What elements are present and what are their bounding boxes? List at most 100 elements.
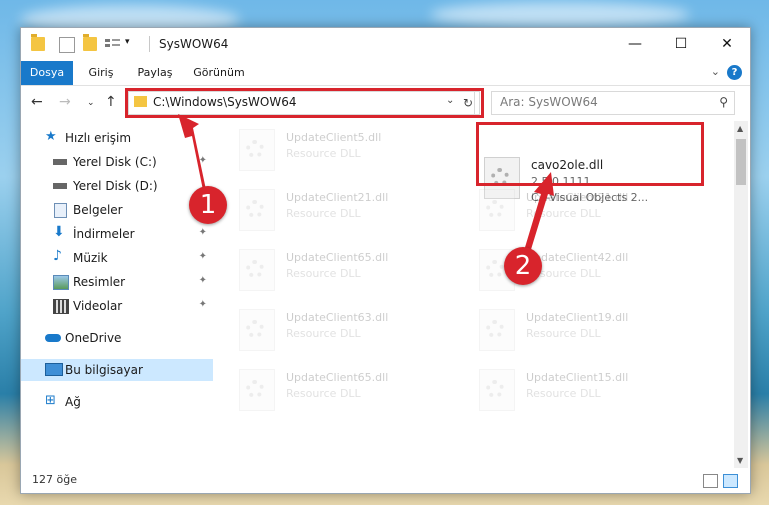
file-type: Resource DLL — [526, 387, 601, 400]
file-name: UpdateClient5.dll — [286, 131, 382, 144]
ribbon-expand-icon[interactable]: ⌄ — [711, 65, 720, 78]
list-item[interactable]: UpdateClient65.dll Resource DLL — [234, 243, 464, 291]
properties-icon[interactable] — [59, 37, 75, 53]
sidebar-item-label: Yerel Disk (D:) — [73, 179, 158, 193]
close-button[interactable]: ✕ — [704, 28, 750, 61]
forward-arrow-icon[interactable]: → — [59, 94, 71, 110]
large-icons-view-icon[interactable] — [723, 474, 738, 488]
file-highlight-box — [476, 122, 704, 186]
sidebar-item-pictures[interactable]: Resimler ✦ — [21, 271, 213, 293]
file-name: UpdateClient21.dll — [526, 191, 629, 204]
navigation-pane: ★ Hızlı erişim Yerel Disk (C:) ✦ Yerel D… — [21, 121, 213, 477]
list-item[interactable]: UpdateClient21.dll Resource DLL — [234, 183, 464, 231]
music-icon: ♪ — [53, 248, 62, 264]
pin-icon[interactable]: ✦ — [199, 155, 207, 166]
video-icon — [53, 299, 69, 314]
file-type: Resource DLL — [526, 327, 601, 340]
sidebar-item-label: OneDrive — [65, 331, 122, 345]
sidebar-item-network[interactable]: ⊞ Ağ — [21, 391, 213, 413]
tab-share[interactable]: Paylaş — [131, 61, 179, 85]
sidebar-item-quick-access[interactable]: ★ Hızlı erişim — [21, 127, 213, 149]
pin-icon[interactable]: ✦ — [199, 251, 207, 262]
help-icon[interactable]: ? — [727, 65, 742, 80]
sidebar-item-videos[interactable]: Videolar ✦ — [21, 295, 213, 317]
gear-icon — [246, 260, 264, 278]
list-item[interactable]: UpdateClient15.dll Resource DLL — [474, 363, 704, 411]
pin-icon[interactable]: ✦ — [199, 227, 207, 238]
scroll-up-icon[interactable]: ▲ — [737, 124, 743, 133]
list-item[interactable]: UpdateClient65.dll Resource DLL — [234, 363, 464, 411]
qa-dropdown-icon[interactable]: ▾ — [125, 37, 130, 47]
file-type: Resource DLL — [526, 207, 601, 220]
pin-icon[interactable]: ✦ — [199, 299, 207, 310]
status-bar: 127 öğe — [21, 469, 750, 492]
sidebar-item-music[interactable]: ♪ Müzik ✦ — [21, 247, 213, 269]
file-type: Resource DLL — [286, 267, 361, 280]
list-item[interactable]: UpdateClient5.dll Resource DLL — [234, 123, 464, 171]
gear-icon — [486, 320, 504, 338]
tab-home[interactable]: Giriş — [81, 61, 121, 85]
sidebar-item-disk-d[interactable]: Yerel Disk (D:) — [21, 175, 213, 197]
explorer-window: ▾ SysWOW64 — ☐ ✕ Dosya Giriş Paylaş Görü… — [20, 27, 751, 494]
recent-locations-icon[interactable]: ⌄ — [87, 98, 95, 108]
ribbon-tabs: Dosya Giriş Paylaş Görünüm ⌄ ? — [21, 61, 750, 86]
file-name: UpdateClient63.dll — [286, 311, 389, 324]
list-item[interactable]: UpdateClient19.dll Resource DLL — [474, 303, 704, 351]
gear-icon — [246, 140, 264, 158]
document-icon — [54, 203, 67, 218]
address-highlight-box — [125, 88, 484, 118]
minimize-button[interactable]: — — [612, 28, 658, 61]
sidebar-item-onedrive[interactable]: OneDrive — [21, 327, 213, 349]
pictures-icon — [53, 275, 69, 290]
vertical-scrollbar[interactable]: ▲ ▼ — [734, 121, 748, 468]
gear-icon — [246, 200, 264, 218]
tab-view[interactable]: Görünüm — [189, 61, 249, 85]
sidebar-item-downloads[interactable]: ⬇ İndirmeler ✦ — [21, 223, 213, 245]
list-item[interactable]: UpdateClient63.dll Resource DLL — [234, 303, 464, 351]
details-view-icon[interactable] — [703, 474, 718, 488]
search-icon[interactable]: ⚲ — [719, 95, 728, 109]
sidebar-item-label: İndirmeler — [73, 227, 135, 241]
file-type: Resource DLL — [286, 387, 361, 400]
window-title: SysWOW64 — [159, 37, 229, 51]
maximize-button[interactable]: ☐ — [658, 28, 704, 61]
file-type: Resource DLL — [286, 207, 361, 220]
back-arrow-icon[interactable]: ← — [31, 94, 43, 110]
sidebar-item-label: Belgeler — [73, 203, 123, 217]
file-name: UpdateClient65.dll — [286, 371, 389, 384]
scrollbar-thumb[interactable] — [736, 139, 746, 185]
file-type: Resource DLL — [286, 147, 361, 160]
drive-icon — [53, 183, 67, 189]
sidebar-item-label: Resimler — [73, 275, 126, 289]
search-input[interactable]: Ara: SysWOW64 — [500, 95, 598, 109]
sidebar-item-label: Müzik — [73, 251, 108, 265]
list-item[interactable]: UpdateClient21.dll Resource DLL — [474, 183, 704, 231]
new-folder-icon[interactable] — [83, 34, 97, 51]
file-name: UpdateClient21.dll — [286, 191, 389, 204]
item-count: 127 öğe — [32, 473, 77, 486]
step-2-badge: 2 — [504, 247, 542, 285]
sidebar-item-documents[interactable]: Belgeler — [21, 199, 213, 221]
gear-icon — [486, 260, 504, 278]
title-bar: ▾ SysWOW64 — ☐ ✕ — [21, 28, 750, 61]
step-1-badge: 1 — [189, 186, 227, 224]
sidebar-item-this-pc[interactable]: Bu bilgisayar — [21, 359, 213, 381]
sidebar-item-disk-c[interactable]: Yerel Disk (C:) ✦ — [21, 151, 213, 173]
scroll-down-icon[interactable]: ▼ — [737, 456, 743, 465]
file-type: Resource DLL — [286, 327, 361, 340]
gear-icon — [486, 380, 504, 398]
title-separator — [149, 36, 150, 52]
pin-icon[interactable]: ✦ — [199, 275, 207, 286]
cloud-decoration — [430, 2, 690, 28]
sidebar-item-label: Bu bilgisayar — [65, 363, 143, 377]
search-box[interactable]: Ara: SysWOW64 ⚲ — [491, 91, 735, 115]
customize-toolbar-icon[interactable] — [105, 37, 121, 51]
gear-icon — [246, 320, 264, 338]
tab-file[interactable]: Dosya — [21, 61, 73, 85]
star-icon: ★ — [45, 129, 57, 144]
file-name: UpdateClient15.dll — [526, 371, 629, 384]
cloud-icon — [45, 334, 61, 342]
gear-icon — [486, 200, 504, 218]
gear-icon — [246, 380, 264, 398]
up-arrow-icon[interactable]: ↑ — [105, 94, 117, 110]
